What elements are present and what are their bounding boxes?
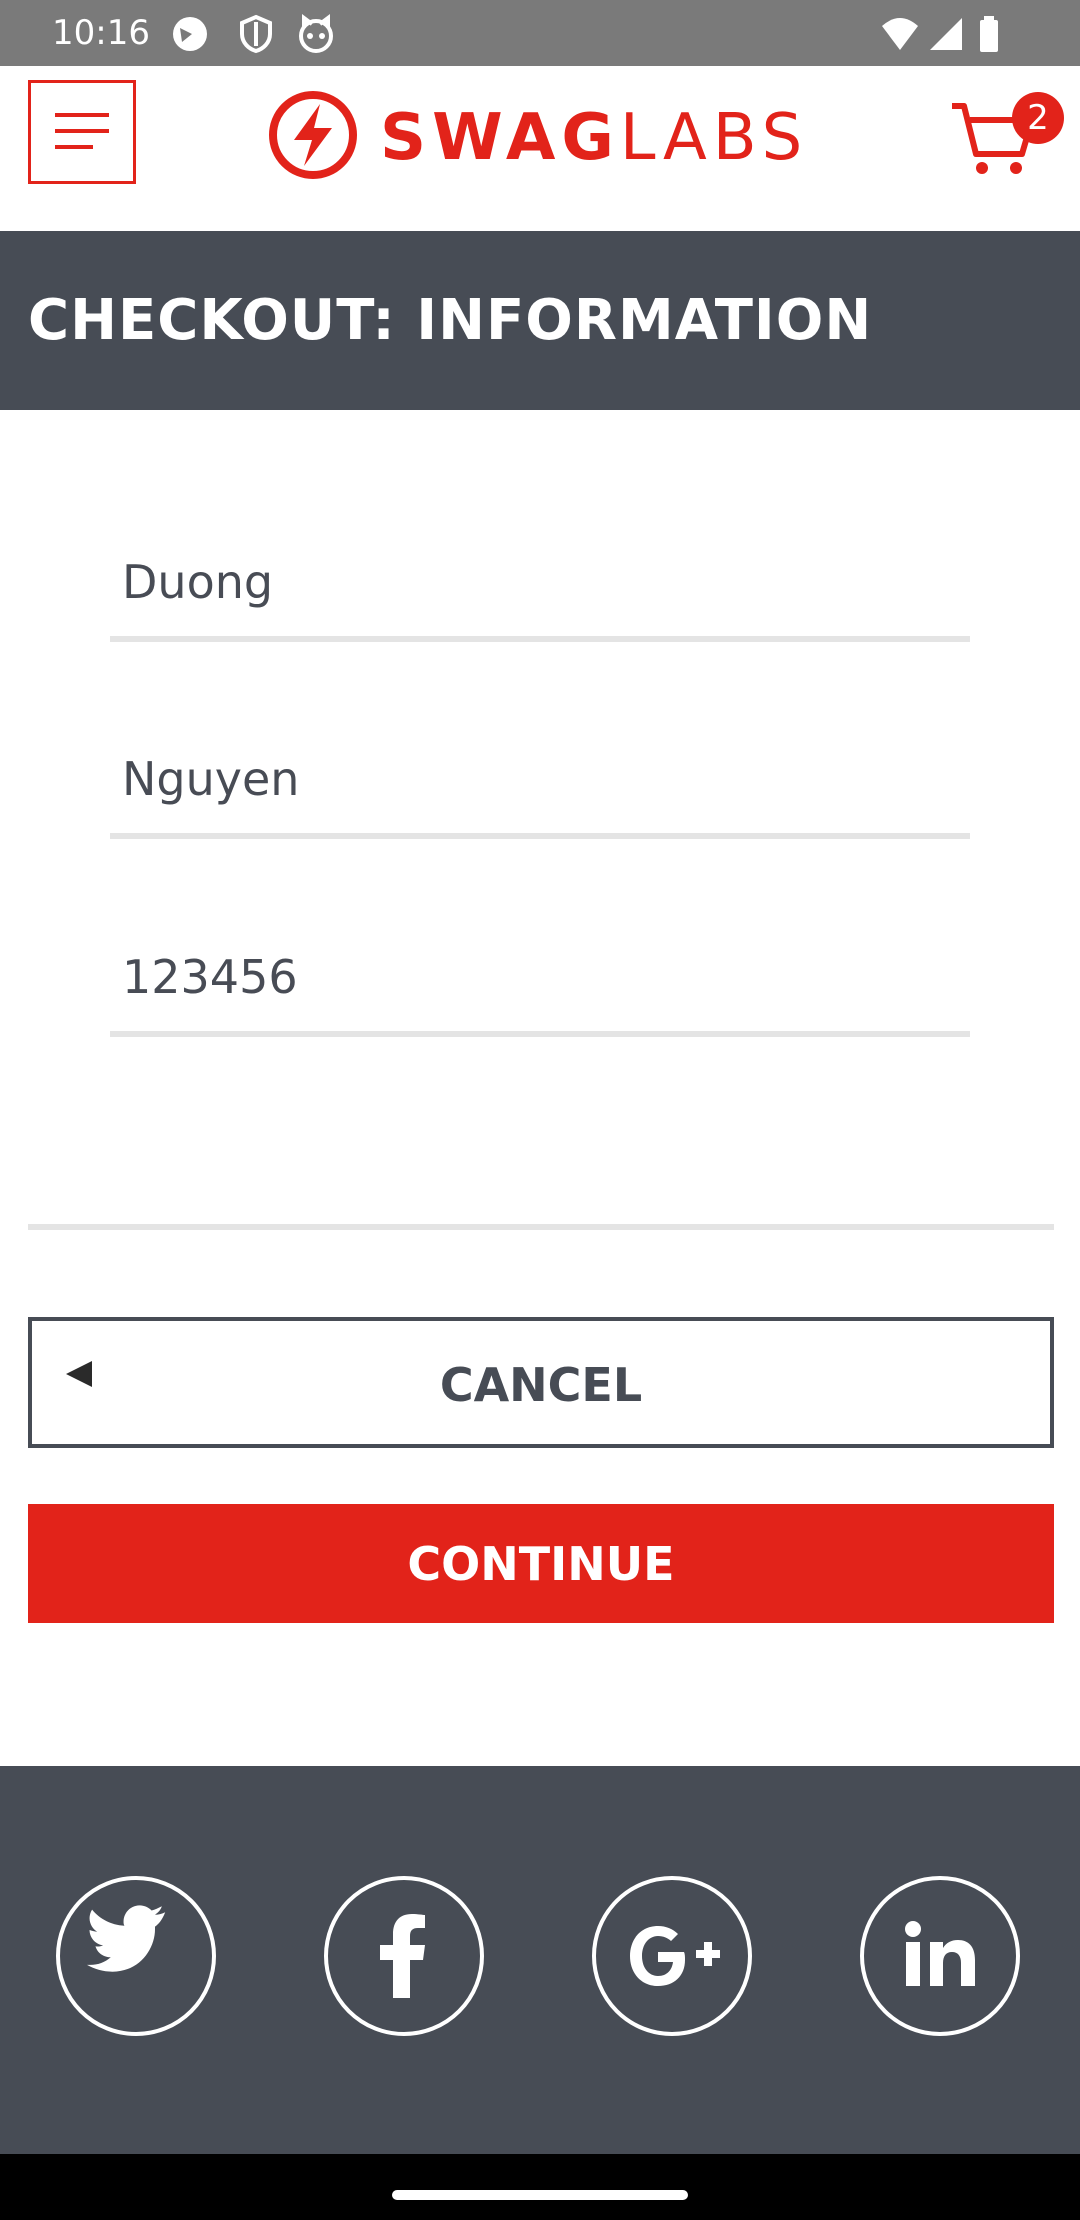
status-bar: 10:16 xyxy=(0,0,1080,66)
cat-icon xyxy=(296,14,336,54)
cancel-label: CANCEL xyxy=(439,1358,643,1412)
camera-app-icon xyxy=(170,14,210,54)
cart-button[interactable]: 2 xyxy=(950,92,1064,182)
twitter-button[interactable] xyxy=(56,1876,216,2036)
google-plus-icon xyxy=(630,1926,720,1986)
continue-label: CONTINUE xyxy=(407,1537,675,1591)
first-name-field xyxy=(110,532,970,644)
page-title: CHECKOUT: INFORMATION xyxy=(28,288,873,353)
linkedin-button[interactable] xyxy=(860,1876,1020,2036)
battery-icon xyxy=(972,14,1012,54)
app-header: SWAGLABS 2 xyxy=(0,66,1080,231)
cancel-button[interactable]: CANCEL xyxy=(28,1317,1054,1448)
divider xyxy=(28,1224,1054,1230)
home-gesture-handle[interactable] xyxy=(392,2190,688,2200)
menu-button[interactable] xyxy=(28,80,136,184)
postal-code-input[interactable] xyxy=(110,927,970,1027)
shopping-cart-icon xyxy=(950,103,1040,186)
google-plus-button[interactable] xyxy=(592,1876,752,2036)
title-band: CHECKOUT: INFORMATION xyxy=(0,231,1080,410)
linkedin-icon xyxy=(905,1921,975,1986)
first-name-input[interactable] xyxy=(110,532,970,632)
signal-icon xyxy=(926,14,966,54)
last-name-field xyxy=(110,729,970,841)
facebook-button[interactable] xyxy=(324,1876,484,2036)
shield-icon xyxy=(236,14,276,54)
lightning-logo-icon xyxy=(269,91,357,179)
facebook-icon xyxy=(380,1914,425,1998)
first-name-underline xyxy=(110,636,970,642)
footer xyxy=(0,1766,1080,2154)
last-name-underline xyxy=(110,833,970,839)
cart-badge: 2 xyxy=(1012,92,1064,144)
logo-text-bold: SWAG xyxy=(380,101,620,175)
logo-text: SWAGLABS xyxy=(380,98,808,178)
logo-text-light: LABS xyxy=(619,101,809,175)
last-name-input[interactable] xyxy=(110,729,970,829)
system-nav-bar xyxy=(0,2154,1080,2220)
postal-code-underline xyxy=(110,1031,970,1037)
wifi-icon xyxy=(880,14,920,54)
postal-code-field xyxy=(110,927,970,1039)
continue-button[interactable]: CONTINUE xyxy=(28,1504,1054,1623)
status-time: 10:16 xyxy=(52,13,150,53)
swag-labs-logo: SWAGLABS xyxy=(268,90,813,180)
twitter-icon xyxy=(87,1905,166,1972)
